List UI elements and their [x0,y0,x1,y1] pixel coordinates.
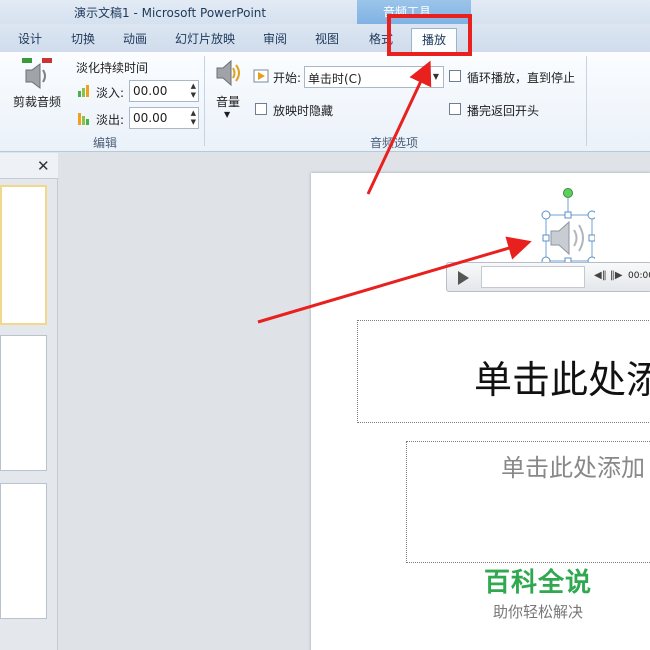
group-divider [586,56,587,146]
start-label: 开始: [273,71,302,85]
fade-duration-title: 淡化持续时间 [76,61,149,75]
watermark-main-text: 百科全说 [484,568,593,598]
trim-audio-icon[interactable] [20,56,54,92]
slide-thumbnail[interactable] [0,483,47,619]
title-placeholder[interactable]: 单击此处添 [357,320,650,423]
start-select[interactable]: 单击时(C) ▼ [304,66,444,88]
group-divider [204,56,205,146]
tab-animations[interactable]: 动画 [123,28,147,52]
tab-view[interactable]: 视图 [315,28,339,52]
spinner-arrows-icon[interactable]: ▲ ▼ [191,109,196,127]
slide-canvas[interactable]: 单击此处添 单击此处添加 ◀‖ ‖▶ 00:0 [311,173,650,650]
fade-out-label: 淡出: [96,113,125,127]
play-icon[interactable] [458,271,469,285]
title-bar: 演示文稿1 - Microsoft PowerPoint 音频工具 [0,0,650,24]
edit-group-label: 编辑 [93,136,118,150]
audio-object[interactable] [537,187,595,267]
subtitle-placeholder-text: 单击此处添加 [501,454,645,482]
spinner-arrows-icon[interactable]: ▲ ▼ [191,82,196,100]
loop-label: 循环播放，直到停止 [467,71,576,85]
slide-thumbnail[interactable] [0,335,47,471]
volume-dropdown-icon[interactable]: ▼ [224,110,230,119]
fade-in-value: 00.00 [133,84,168,98]
tab-slideshow[interactable]: 幻灯片放映 [175,28,235,52]
fade-out-value: 00.00 [133,111,168,125]
start-play-icon [253,69,269,83]
title-placeholder-text: 单击此处添 [474,358,650,402]
watermark-logo: 百科全说 助你轻松解决 [484,562,592,622]
slide-thumbnail[interactable] [0,185,47,325]
close-icon[interactable]: ✕ [37,157,50,175]
slide-thumbnail-pane: ✕ [0,153,58,650]
tab-highlight-box [387,14,472,56]
trim-audio-label: 剪裁音频 [13,95,62,109]
window-title: 演示文稿1 - Microsoft PowerPoint [74,6,267,20]
rewind-label: 播完返回开头 [467,104,540,118]
fade-in-label: 淡入: [96,86,125,100]
seek-buttons-icon[interactable]: ◀‖ ‖▶ [594,270,623,281]
fade-in-icon [78,85,89,97]
ribbon-tab-bar: 设计 切换 动画 幻灯片放映 审阅 视图 格式 播放 [0,24,650,52]
tab-transitions[interactable]: 切换 [71,28,95,52]
tab-design[interactable]: 设计 [18,28,42,52]
tab-review[interactable]: 审阅 [263,28,287,52]
chevron-down-icon[interactable]: ▼ [429,67,443,87]
volume-label: 音量 [216,95,241,109]
start-select-value: 单击时(C) [308,72,362,86]
fade-in-spinner[interactable]: 00.00 ▲ ▼ [129,80,199,102]
player-time: 00:00 [628,271,650,281]
hide-during-show-label: 放映时隐藏 [273,104,334,118]
audio-progress-track[interactable] [481,266,585,288]
hide-during-show-checkbox[interactable] [255,103,267,115]
volume-icon[interactable] [213,57,243,89]
fade-out-spinner[interactable]: 00.00 ▲ ▼ [129,107,199,129]
audio-options-group-label: 音频选项 [370,136,419,150]
audio-player-bar: ◀‖ ‖▶ 00:00 [446,262,650,292]
rewind-checkbox[interactable] [449,103,461,115]
ribbon-panel: 剪裁音频 淡化持续时间 淡入: 00.00 ▲ ▼ 淡出: 00.00 ▲ ▼ 编辑… [0,52,650,152]
watermark-sub-text: 助你轻松解决 [493,603,584,621]
thumb-pane-header: ✕ [0,153,58,179]
subtitle-placeholder[interactable]: 单击此处添加 [406,441,650,563]
fade-out-icon [78,113,89,125]
loop-checkbox[interactable] [449,70,461,82]
